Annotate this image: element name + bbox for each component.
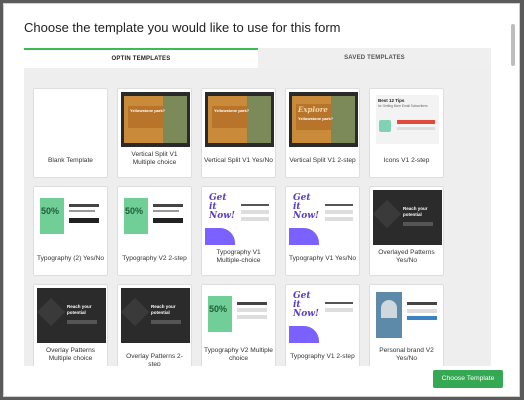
template-tabs: OPTIN TEMPLATES SAVED TEMPLATES [24,48,491,68]
template-name: Typography V1 Multiple-choice [216,249,261,264]
template-name: Typography V2 Multiple choice [204,347,273,362]
template-thumbnail: Explore Yellowstone park? [289,92,358,147]
modal-title: Choose the template you would like to us… [24,20,341,35]
template-name: Personal brand V2 Yes/No [379,347,434,362]
template-thumbnail: Get it Now! [205,190,274,245]
template-thumbnail: Reach your potential [37,288,106,343]
template-thumbnail: Yellowstone park? [121,92,190,147]
template-name: Vertical Split V1 Multiple choice [131,151,178,166]
template-card-typography-v2-2-step[interactable]: 50% Typography V2 2-step [117,186,192,276]
template-card-overlay-patterns-multiple[interactable]: Reach your potential Overlay Patterns Mu… [33,284,108,368]
template-card-overlayed-patterns-yes-no[interactable]: Reach your potential Overlayed Patterns … [369,186,444,276]
template-card-typography-v1-yes-no[interactable]: Get it Now! Typography V1 Yes/No [285,186,360,276]
template-card-personal-brand-v2-yes-no[interactable]: Personal brand V2 Yes/No [369,284,444,368]
template-grid: Blank Template Yellowstone park? Vertica… [24,68,491,368]
template-thumbnail [37,92,106,147]
template-card-typography-2-yes-no[interactable]: 50% Typography (2) Yes/No [33,186,108,276]
template-card-icons-2-step[interactable]: Best 12 Tips for Getting More Email Subs… [369,88,444,178]
template-card-blank[interactable]: Blank Template [33,88,108,178]
template-name: Typography V1 2-step [290,353,355,360]
modal-scrollbar[interactable] [511,24,515,66]
template-thumbnail: Get it Now! [289,288,358,343]
template-name: Overlayed Patterns Yes/No [378,249,435,264]
template-card-typography-v1-2-step[interactable]: Get it Now! Typography V1 2-step [285,284,360,368]
template-thumbnail: 50% [121,190,190,245]
template-name: Vertical Split V1 2-step [289,157,356,164]
template-thumbnail: Get it Now! [289,190,358,245]
modal-footer: Choose Template [4,366,519,396]
template-thumbnail: Reach your potential [121,288,190,343]
template-card-typography-v2-multiple[interactable]: 50% Typography V2 Multiple choice [201,284,276,368]
template-thumbnail [373,288,442,343]
choose-template-button[interactable]: Choose Template [433,370,503,388]
template-card-overlay-patterns-2-step[interactable]: Reach your potential Overlay Patterns 2-… [117,284,192,368]
tab-saved-templates[interactable]: SAVED TEMPLATES [258,48,491,68]
template-name: Blank Template [48,157,93,164]
template-thumbnail: Reach your potential [373,190,442,245]
template-card-vertical-split-2-step[interactable]: Explore Yellowstone park? Vertical Split… [285,88,360,178]
template-name: Overlay Patterns Multiple choice [45,347,96,362]
tab-optin-templates[interactable]: OPTIN TEMPLATES [24,48,258,68]
template-name: Typography V1 Yes/No [288,255,357,262]
template-card-vertical-split-multiple[interactable]: Yellowstone park? Vertical Split V1 Mult… [117,88,192,178]
template-card-vertical-split-yes-no[interactable]: Yellowstone park? Vertical Split V1 Yes/… [201,88,276,178]
template-name: Icons V1 2-step [383,157,430,164]
template-thumbnail: Yellowstone park? [205,92,274,147]
template-modal: Choose the template you would like to us… [3,3,520,397]
template-name: Typography (2) Yes/No [36,255,105,262]
template-card-typography-v1-multiple[interactable]: Get it Now! Typography V1 Multiple-choic… [201,186,276,276]
template-thumbnail: 50% [37,190,106,245]
template-thumbnail: Best 12 Tips for Getting More Email Subs… [373,92,442,147]
template-name: Vertical Split V1 Yes/No [204,157,273,164]
template-name: Typography V2 2-step [122,255,187,262]
template-thumbnail: 50% [205,288,274,343]
